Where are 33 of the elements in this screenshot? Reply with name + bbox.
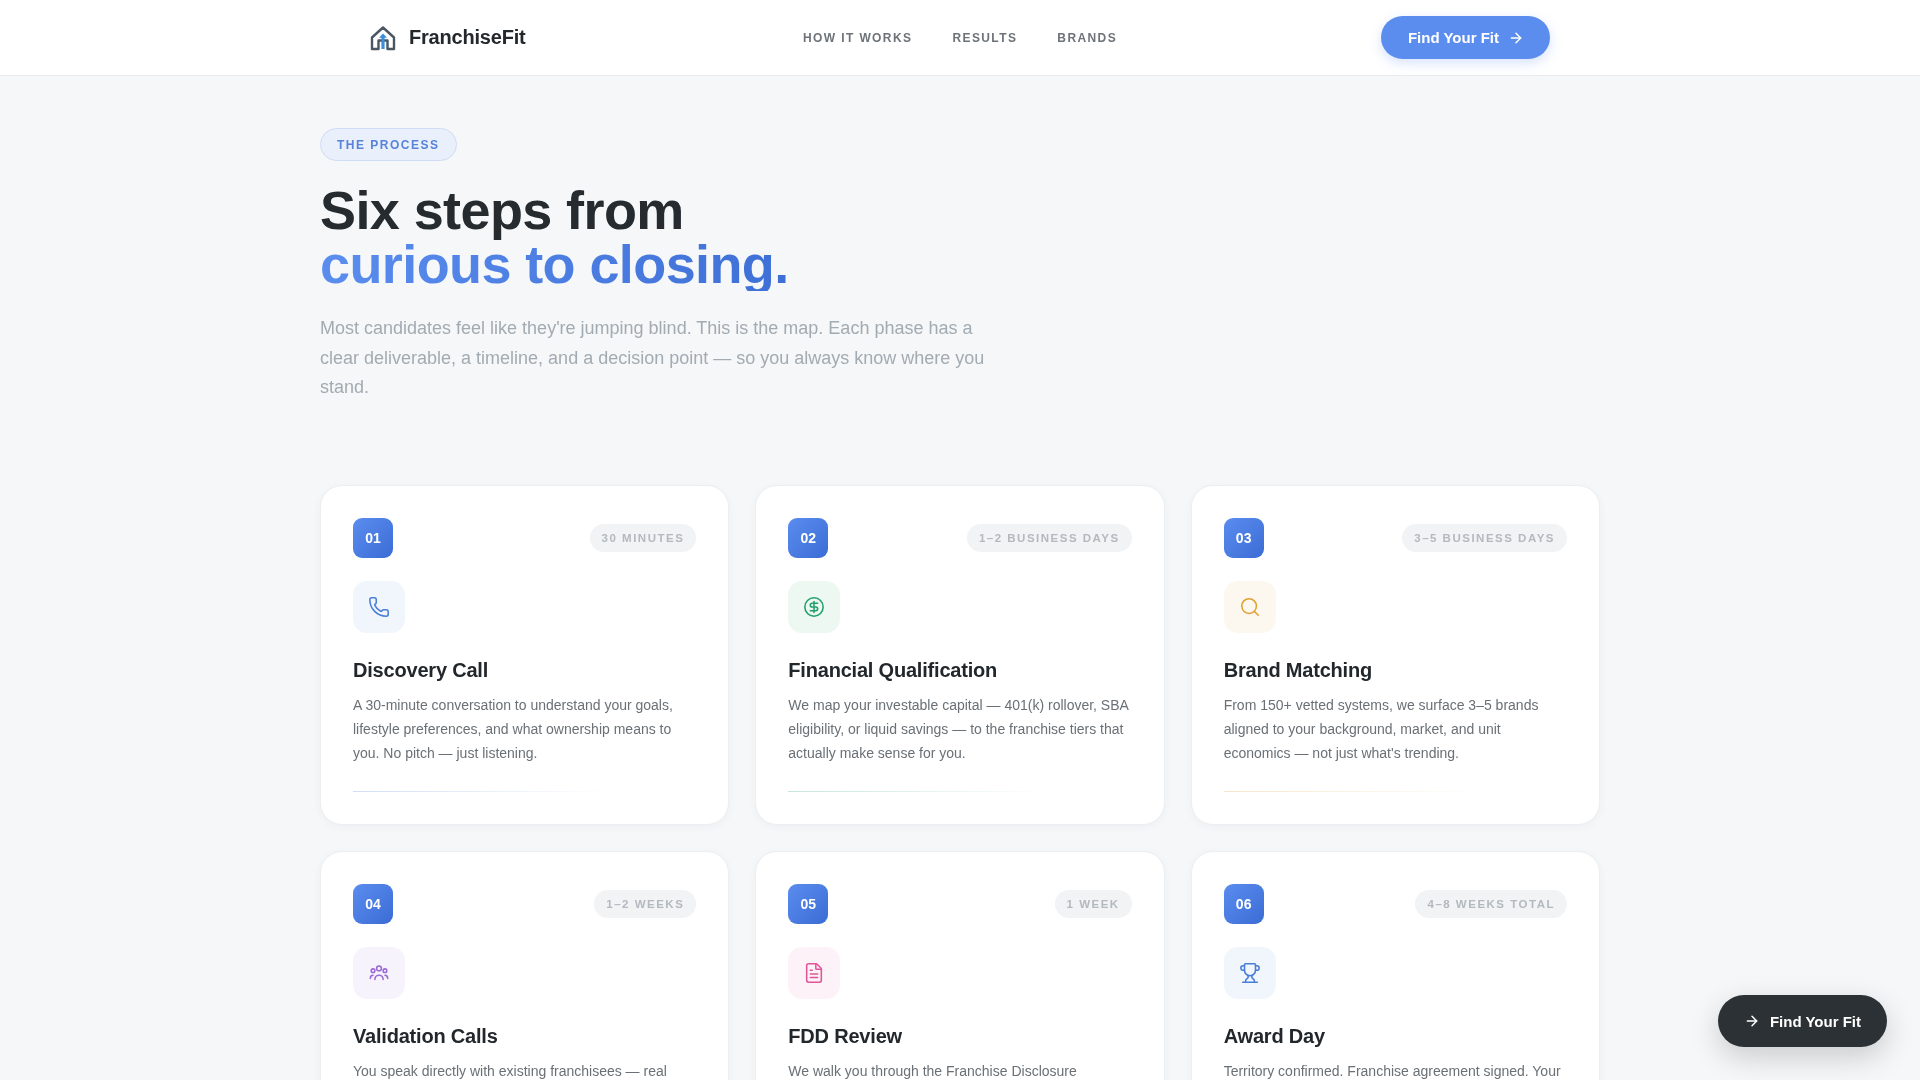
- step-title: Brand Matching: [1223, 657, 1373, 683]
- step-number: 03: [1223, 517, 1264, 558]
- duration-tag: 1 WEEK: [1054, 889, 1132, 918]
- step-description: From 150+ vetted systems, we surface 3–5 brands aligned to your background, market, and unit economics — not just what's trending.: [1223, 695, 1540, 763]
- step-description: You speak directly with existing franchisees — real: [353, 1061, 668, 1080]
- step-title: Validation Calls: [353, 1023, 499, 1049]
- nav-link[interactable]: RESULTS: [952, 30, 1018, 45]
- step-title: FDD Review: [788, 1023, 903, 1049]
- house-logo-icon: [370, 24, 396, 51]
- step-number: 02: [788, 517, 829, 558]
- intro-paragraph: Most candidates feel like they're jumping blind. This is the map. Each phase has a clear deliverable, a timeline, and a decision point — so you always know where you stand.: [320, 317, 986, 399]
- step-title: Financial Qualification: [788, 657, 999, 683]
- duration-tag: 3–5 BUSINESS DAYS: [1402, 523, 1567, 552]
- find-your-fit-floating-button[interactable]: Find Your Fit: [1717, 995, 1887, 1047]
- step-number: 04: [353, 883, 393, 924]
- duration-tag: 1–2 WEEKS: [594, 889, 697, 918]
- step-number: 06: [1223, 883, 1264, 924]
- step-number: 01: [353, 517, 393, 558]
- nav-link[interactable]: BRANDS: [1057, 30, 1118, 45]
- step-title: Award Day: [1223, 1023, 1326, 1049]
- step-description: Territory confirmed. Franchise agreement signed. Your: [1223, 1061, 1562, 1080]
- step-number: 05: [788, 883, 829, 924]
- duration-tag: 1–2 BUSINESS DAYS: [966, 523, 1132, 552]
- duration-tag: 30 MINUTES: [589, 523, 697, 552]
- nav-link[interactable]: HOW IT WORKS: [802, 30, 913, 45]
- step-title: Discovery Call: [353, 657, 490, 683]
- section-eyebrow-tag: THE PROCESS: [320, 128, 457, 161]
- step-description: We map your investable capital — 401(k) rollover, SBA eligibility, or liquid savings — to the franchise tiers that actually make sense for you.: [788, 695, 1130, 763]
- step-description: A 30-minute conversation to understand your goals, lifestyle preferences, and what ownership means to you. No pitch — just listening.: [353, 695, 674, 763]
- find-your-fit-button[interactable]: Find Your Fit: [1380, 16, 1550, 59]
- duration-tag: 4–8 WEEKS TOTAL: [1415, 889, 1567, 918]
- step-description: We walk you through the Franchise Disclosure: [788, 1061, 1078, 1080]
- brand-name: FranchiseFit: [409, 26, 526, 49]
